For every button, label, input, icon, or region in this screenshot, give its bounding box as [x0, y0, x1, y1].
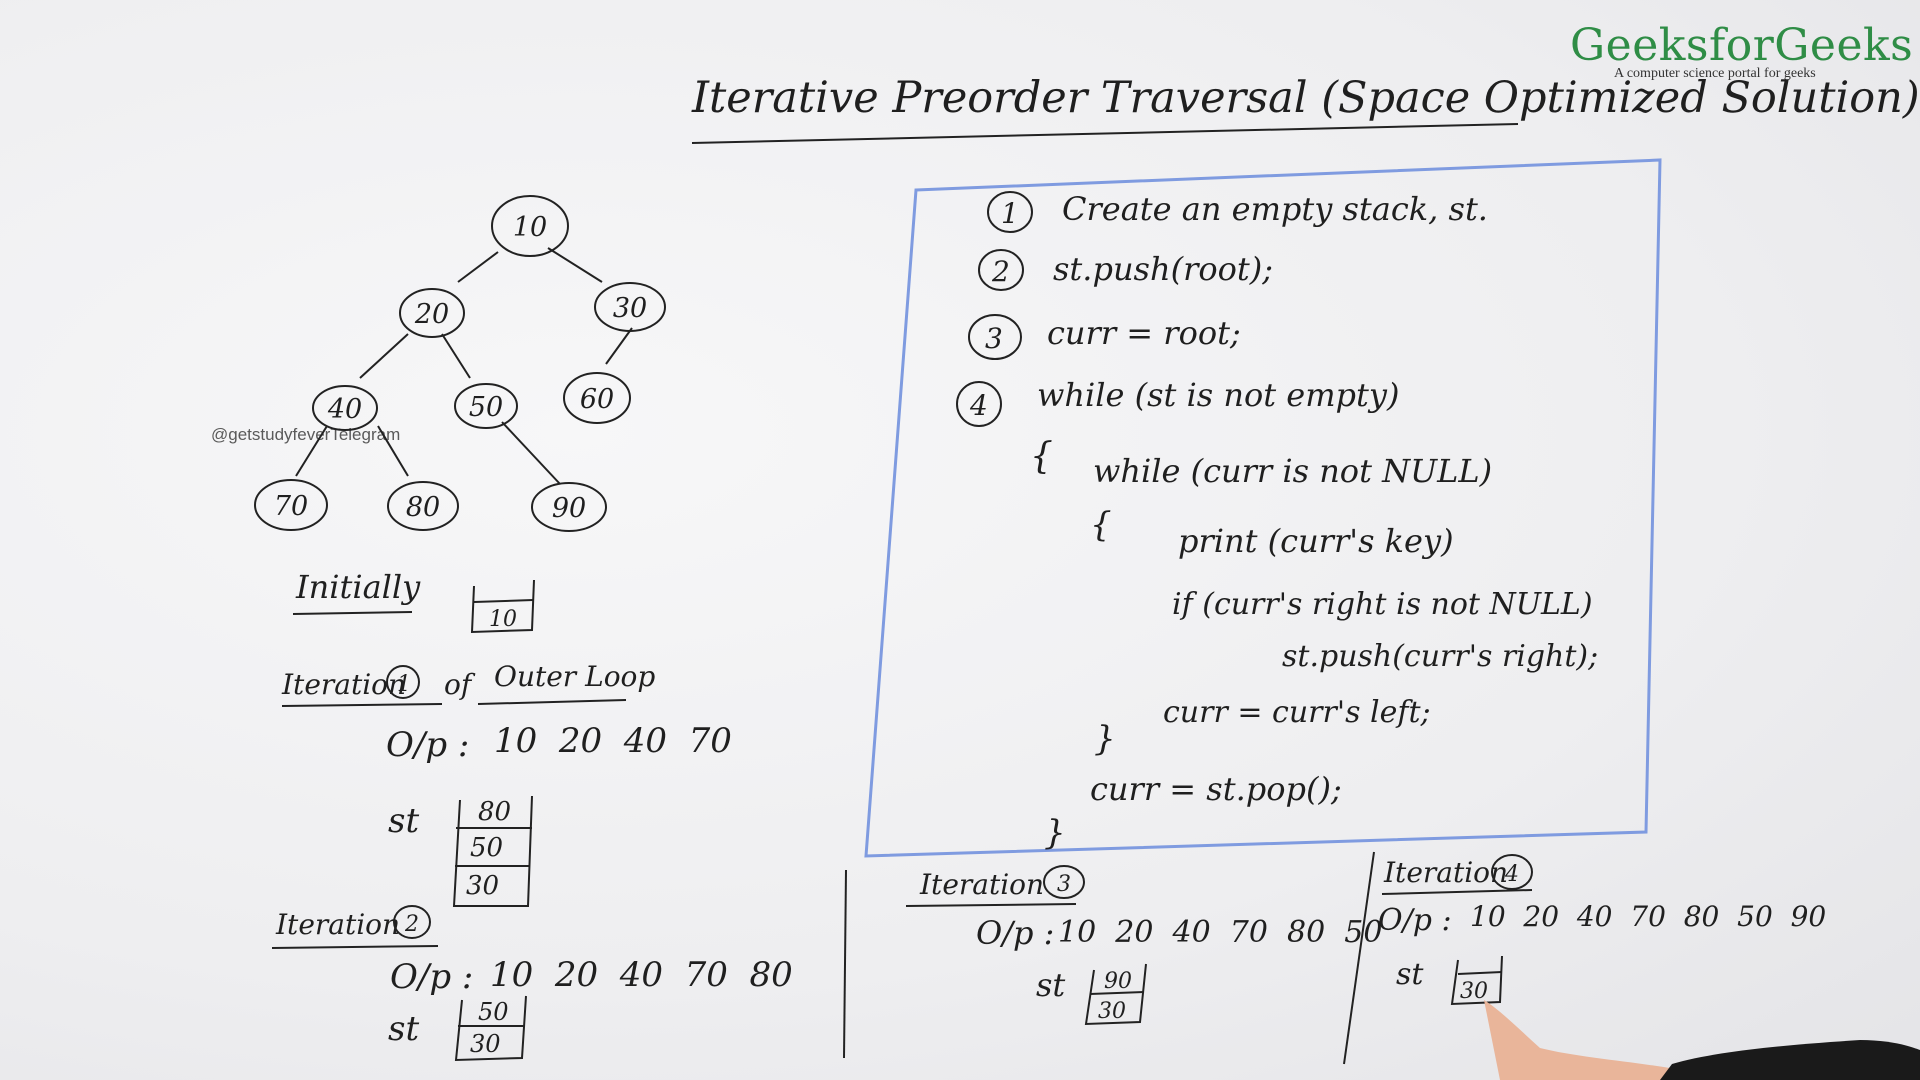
stack-cell: 80 — [478, 797, 511, 827]
page-title: Iterative Preorder Traversal (Space Opti… — [691, 73, 1920, 123]
push-right-text: st.push(curr's right); — [1282, 639, 1598, 674]
tree-edge — [547, 247, 603, 283]
tree-edge — [457, 251, 499, 283]
iteration-num: 2 — [404, 912, 419, 937]
initially-label: Initially — [295, 568, 421, 606]
stack-label: st — [388, 1009, 419, 1049]
iteration-underline — [905, 903, 1077, 907]
output-label: O/p : — [1378, 903, 1452, 938]
output-values: 10 20 40 70 80 50 90 — [1470, 900, 1826, 933]
output-label: O/p : — [386, 725, 469, 765]
stack-divider — [473, 599, 534, 603]
step-number: 1 — [1001, 197, 1019, 230]
stack-cell: 50 — [478, 998, 509, 1026]
whiteboard: Iterative Preorder Traversal (Space Opti… — [254, 73, 1920, 1080]
tree-node-label: 60 — [580, 384, 614, 415]
iteration-3-section: Iteration 3 O/p : 10 20 40 70 80 50 st 9… — [905, 865, 1382, 1026]
iteration-1-of: of — [444, 668, 476, 701]
inner-while-text: while (curr is not NULL) — [1093, 452, 1492, 490]
iteration-1-loop: Outer Loop — [494, 660, 655, 693]
tree-node-label: 10 — [513, 212, 547, 243]
tree-edge — [377, 425, 409, 477]
step-number: 3 — [985, 322, 1003, 355]
presenter-hand — [1484, 1000, 1700, 1080]
tree-edge — [605, 327, 633, 365]
iteration-underline — [477, 699, 627, 705]
output-values: 10 20 40 70 — [494, 721, 732, 761]
iteration-2-section: Iteration 2 O/p : 10 20 40 70 80 st 50 3… — [271, 905, 793, 1062]
tree-node-label: 70 — [274, 491, 308, 522]
stack-cell: 10 — [489, 607, 517, 632]
iteration-2-label: Iteration — [275, 908, 400, 941]
stack-cell: 90 — [1104, 969, 1132, 994]
iteration-1-section: Iteration 1 of Outer Loop O/p : 10 20 40… — [281, 660, 732, 907]
iteration-num: 1 — [397, 672, 411, 697]
output-values: 10 20 40 70 80 50 — [1058, 915, 1382, 950]
curr-left-text: curr = curr's left; — [1163, 695, 1431, 730]
stack-label: st — [388, 801, 419, 841]
stack-label: st — [1036, 966, 1065, 1004]
stack-label: st — [1396, 957, 1424, 992]
brace-close-outer: } — [1044, 813, 1066, 853]
output-label: O/p : — [390, 957, 473, 997]
iteration-4-label: Iteration — [1383, 856, 1508, 889]
section-divider — [1343, 851, 1375, 1065]
print-text: print (curr's key) — [1178, 522, 1454, 560]
title-underline — [691, 123, 1519, 144]
brace-open-inner: { — [1090, 505, 1112, 545]
step-number: 4 — [969, 389, 988, 422]
iteration-4-section: Iteration 4 O/p : 10 20 40 70 80 50 90 s… — [1378, 854, 1826, 1006]
step-number: 2 — [991, 255, 1010, 288]
tree-edge — [295, 425, 328, 477]
binary-tree — [254, 195, 666, 532]
stack-cell: 50 — [470, 833, 503, 863]
stack-divider — [1457, 971, 1503, 975]
stack-cell: 30 — [470, 1030, 501, 1058]
output-values: 10 20 40 70 80 — [490, 955, 793, 995]
tree-edge — [501, 421, 561, 485]
output-label: O/p : — [976, 914, 1054, 952]
stack-cell: 30 — [1460, 979, 1488, 1004]
pop-text: curr = st.pop(); — [1090, 770, 1342, 808]
step-1-text: Create an empty stack, st. — [1062, 190, 1488, 228]
stack-cell: 30 — [1098, 999, 1126, 1024]
tree-node-label: 40 — [327, 394, 362, 425]
iteration-underline — [1381, 889, 1533, 895]
initially-section: Initially 10 — [292, 568, 535, 634]
stack-cell: 30 — [466, 871, 499, 901]
step-3-text: curr = root; — [1047, 314, 1241, 352]
tree-node-label: 90 — [552, 493, 586, 524]
tree-node-label: 20 — [414, 299, 449, 330]
if-text: if (curr's right is not NULL) — [1172, 587, 1593, 622]
brace-close-inner: } — [1094, 719, 1116, 759]
presenter-sleeve — [1660, 1040, 1920, 1080]
tree-edge — [441, 333, 471, 379]
initially-underline — [292, 611, 413, 615]
tree-node-label: 50 — [469, 392, 503, 423]
tree-edge — [359, 333, 409, 379]
tree-node-label: 30 — [613, 293, 647, 324]
step-4-text: while (st is not empty) — [1037, 376, 1399, 414]
iteration-num: 3 — [1057, 872, 1071, 897]
iteration-num: 4 — [1504, 862, 1519, 887]
algorithm-steps: 1 Create an empty stack, st. 2 st.push(r… — [956, 190, 1598, 853]
brace-open-outer: { — [1030, 436, 1053, 477]
tree-labels: 10 20 30 40 50 60 70 80 90 — [274, 212, 647, 524]
step-2-text: st.push(root); — [1053, 250, 1273, 288]
iteration-3-label: Iteration — [919, 868, 1044, 901]
iteration-underline — [271, 945, 439, 949]
section-divider — [843, 869, 847, 1059]
tree-node-label: 80 — [406, 492, 440, 523]
iteration-underline — [281, 703, 443, 707]
